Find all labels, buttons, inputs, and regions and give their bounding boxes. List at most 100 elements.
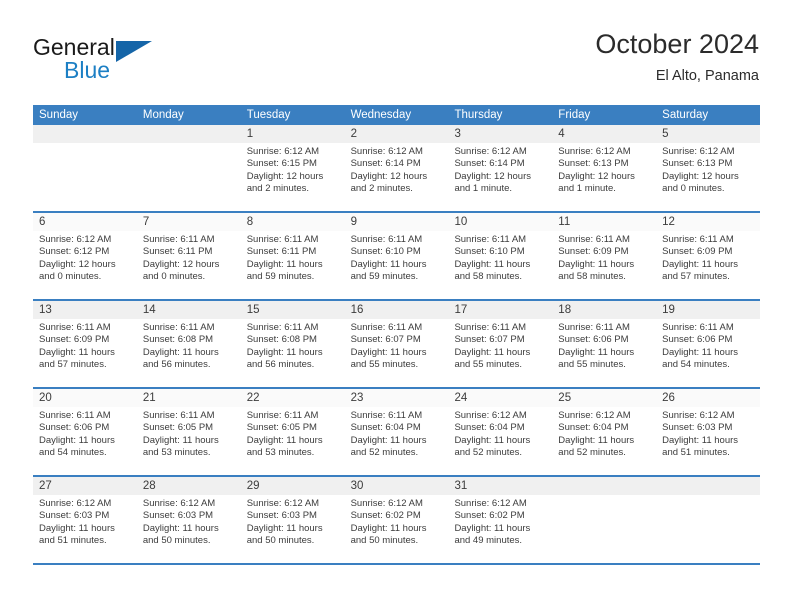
day-sunrise-text: Sunrise: 6:11 AM bbox=[662, 234, 734, 245]
day-daylight-2-text: and 53 minutes. bbox=[246, 447, 315, 459]
day-cell[interactable]: Sunrise: 6:11 AM Sunset: 6:06 PM Daylight:… bbox=[33, 407, 137, 475]
day-number[interactable]: 5 bbox=[656, 125, 760, 143]
day-daylight-2-text: and 54 minutes. bbox=[39, 447, 107, 459]
day-number[interactable]: 27 bbox=[33, 477, 137, 495]
day-cell[interactable]: Sunrise: 6:12 AM Sunset: 6:04 PM Daylight:… bbox=[552, 407, 656, 475]
day-cell[interactable]: Sunrise: 6:12 AM Sunset: 6:04 PM Daylight:… bbox=[448, 407, 552, 475]
day-number[interactable]: 25 bbox=[552, 389, 656, 407]
day-cell[interactable]: Sunrise: 6:11 AM Sunset: 6:09 PM Daylight:… bbox=[656, 231, 760, 299]
day-daylight-2-text: and 52 minutes. bbox=[350, 447, 419, 459]
day-sunset-text: Sunset: 6:03 PM bbox=[39, 510, 110, 522]
day-cell[interactable]: Sunrise: 6:11 AM Sunset: 6:10 PM Daylight:… bbox=[448, 231, 552, 299]
day-cell[interactable]: Sunrise: 6:11 AM Sunset: 6:11 PM Daylight:… bbox=[137, 231, 241, 299]
day-cell[interactable]: Sunrise: 6:11 AM Sunset: 6:06 PM Daylight:… bbox=[656, 319, 760, 387]
day-number[interactable]: 21 bbox=[137, 389, 241, 407]
day-cell[interactable]: Sunrise: 6:11 AM Sunset: 6:09 PM Daylight:… bbox=[552, 231, 656, 299]
day-daylight-2-text: and 0 minutes. bbox=[39, 271, 102, 283]
day-daylight-1-text: Daylight: 11 hours bbox=[246, 434, 323, 446]
day-daylight-2-text: and 57 minutes. bbox=[662, 271, 730, 283]
day-sunset-text: Sunset: 6:04 PM bbox=[350, 422, 421, 434]
day-daylight-2-text: and 52 minutes. bbox=[454, 447, 523, 459]
day-number[interactable]: 2 bbox=[345, 125, 449, 143]
day-number[interactable]: 3 bbox=[448, 125, 552, 143]
day-cell[interactable]: Sunrise: 6:12 AM Sunset: 6:14 PM Daylight:… bbox=[345, 143, 449, 211]
day-sunrise-text: Sunrise: 6:11 AM bbox=[142, 410, 215, 421]
day-daylight-1-text: Daylight: 11 hours bbox=[142, 522, 219, 534]
day-cell[interactable]: Sunrise: 6:11 AM Sunset: 6:07 PM Daylight:… bbox=[345, 319, 449, 387]
day-sunset-text: Sunset: 6:14 PM bbox=[454, 158, 525, 170]
day-sunset-text: Sunset: 6:10 PM bbox=[454, 246, 525, 258]
day-cell[interactable]: Sunrise: 6:11 AM Sunset: 6:11 PM Daylight:… bbox=[241, 231, 345, 299]
day-number[interactable]: 1 bbox=[241, 125, 345, 143]
day-cell[interactable]: Sunrise: 6:11 AM Sunset: 6:06 PM Daylight:… bbox=[552, 319, 656, 387]
day-daylight-2-text: and 59 minutes. bbox=[350, 271, 419, 283]
day-number[interactable]: 26 bbox=[656, 389, 760, 407]
week-detail-band: Sunrise: 6:11 AM Sunset: 6:06 PM Daylight:… bbox=[33, 407, 760, 475]
day-number[interactable]: 22 bbox=[241, 389, 345, 407]
day-number[interactable]: 23 bbox=[345, 389, 449, 407]
day-cell[interactable]: Sunrise: 6:12 AM Sunset: 6:14 PM Daylight:… bbox=[448, 143, 552, 211]
day-sunset-text: Sunset: 6:07 PM bbox=[454, 334, 525, 346]
day-daylight-2-text: and 53 minutes. bbox=[142, 447, 211, 459]
day-cell[interactable]: Sunrise: 6:11 AM Sunset: 6:05 PM Daylight:… bbox=[241, 407, 345, 475]
calendar-page: General Blue October 2024 El Alto, Panam… bbox=[0, 0, 792, 612]
day-cell[interactable]: Sunrise: 6:12 AM Sunset: 6:02 PM Daylight:… bbox=[448, 495, 552, 563]
day-cell[interactable]: Sunrise: 6:11 AM Sunset: 6:05 PM Daylight:… bbox=[137, 407, 241, 475]
day-sunset-text: Sunset: 6:09 PM bbox=[558, 246, 629, 258]
day-cell[interactable]: Sunrise: 6:11 AM Sunset: 6:07 PM Daylight:… bbox=[448, 319, 552, 387]
day-cell[interactable]: Sunrise: 6:12 AM Sunset: 6:13 PM Daylight:… bbox=[552, 143, 656, 211]
day-number[interactable]: 20 bbox=[33, 389, 137, 407]
day-cell[interactable]: Sunrise: 6:12 AM Sunset: 6:12 PM Daylight:… bbox=[33, 231, 137, 299]
day-number[interactable]: 16 bbox=[345, 301, 449, 319]
day-cell[interactable]: Sunrise: 6:12 AM Sunset: 6:02 PM Daylight:… bbox=[345, 495, 449, 563]
day-sunset-text: Sunset: 6:14 PM bbox=[350, 158, 421, 170]
day-cell[interactable]: Sunrise: 6:12 AM Sunset: 6:13 PM Daylight:… bbox=[656, 143, 760, 211]
day-cell[interactable]: Sunrise: 6:12 AM Sunset: 6:03 PM Daylight:… bbox=[656, 407, 760, 475]
day-number[interactable]: 6 bbox=[33, 213, 137, 231]
day-number[interactable]: 29 bbox=[241, 477, 345, 495]
day-number[interactable]: 17 bbox=[448, 301, 552, 319]
day-number[interactable]: 9 bbox=[345, 213, 449, 231]
day-cell[interactable]: Sunrise: 6:11 AM Sunset: 6:08 PM Daylight:… bbox=[241, 319, 345, 387]
day-number[interactable]: 15 bbox=[241, 301, 345, 319]
weekday-header-tuesday: Tuesday bbox=[246, 109, 291, 121]
day-sunrise-text: Sunrise: 6:11 AM bbox=[246, 410, 319, 421]
day-cell[interactable]: Sunrise: 6:11 AM Sunset: 6:08 PM Daylight:… bbox=[137, 319, 241, 387]
day-cell[interactable]: Sunrise: 6:12 AM Sunset: 6:03 PM Daylight:… bbox=[137, 495, 241, 563]
day-sunset-text: Sunset: 6:11 PM bbox=[142, 246, 213, 258]
brand-logo[interactable]: General Blue bbox=[33, 34, 233, 92]
day-number[interactable]: 11 bbox=[552, 213, 656, 231]
day-number[interactable]: 31 bbox=[448, 477, 552, 495]
day-daylight-2-text: and 49 minutes. bbox=[454, 535, 523, 547]
day-cell[interactable]: Sunrise: 6:12 AM Sunset: 6:03 PM Daylight:… bbox=[33, 495, 137, 563]
day-number[interactable]: 28 bbox=[137, 477, 241, 495]
day-number[interactable]: 24 bbox=[448, 389, 552, 407]
day-sunset-text: Sunset: 6:13 PM bbox=[662, 158, 733, 170]
day-cell[interactable]: Sunrise: 6:11 AM Sunset: 6:04 PM Daylight:… bbox=[345, 407, 449, 475]
day-number[interactable]: 12 bbox=[656, 213, 760, 231]
day-daylight-1-text: Daylight: 11 hours bbox=[142, 346, 219, 358]
day-number[interactable]: 18 bbox=[552, 301, 656, 319]
day-number[interactable]: 30 bbox=[345, 477, 449, 495]
day-sunrise-text: Sunrise: 6:11 AM bbox=[454, 234, 527, 245]
day-sunset-text: Sunset: 6:12 PM bbox=[39, 246, 110, 258]
day-daylight-2-text: and 1 minute. bbox=[558, 183, 616, 195]
weekday-header-monday: Monday bbox=[142, 109, 184, 121]
day-number[interactable]: 4 bbox=[552, 125, 656, 143]
day-cell[interactable]: Sunrise: 6:11 AM Sunset: 6:09 PM Daylight:… bbox=[33, 319, 137, 387]
day-number[interactable]: 14 bbox=[137, 301, 241, 319]
day-sunrise-text: Sunrise: 6:12 AM bbox=[142, 498, 216, 509]
weekday-header-row: Sunday Monday Tuesday Wednesday Thursday Frid… bbox=[33, 105, 760, 125]
day-cell-empty bbox=[33, 143, 137, 211]
day-cell[interactable]: Sunrise: 6:12 AM Sunset: 6:03 PM Daylight:… bbox=[241, 495, 345, 563]
day-cell[interactable]: Sunrise: 6:12 AM Sunset: 6:15 PM Daylight:… bbox=[241, 143, 345, 211]
day-number[interactable]: 8 bbox=[241, 213, 345, 231]
day-number[interactable]: 19 bbox=[656, 301, 760, 319]
week-number-band: 27 28 29 30 31 bbox=[33, 477, 760, 495]
day-number[interactable]: 13 bbox=[33, 301, 137, 319]
day-number[interactable]: 7 bbox=[137, 213, 241, 231]
day-daylight-1-text: Daylight: 11 hours bbox=[350, 522, 427, 534]
day-daylight-1-text: Daylight: 12 hours bbox=[246, 170, 324, 182]
day-number[interactable]: 10 bbox=[448, 213, 552, 231]
day-cell[interactable]: Sunrise: 6:11 AM Sunset: 6:10 PM Daylight:… bbox=[345, 231, 449, 299]
